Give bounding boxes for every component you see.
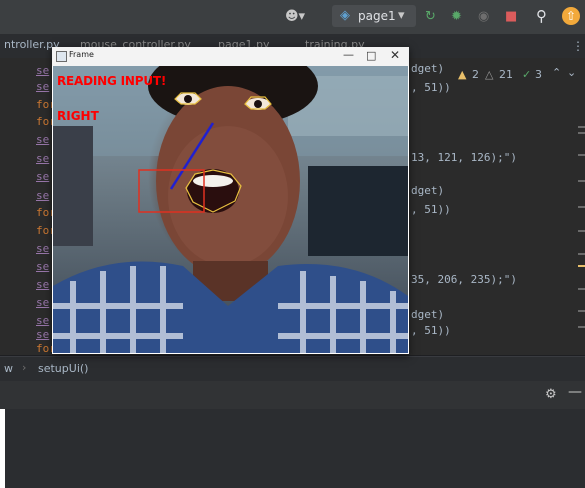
profile-icon[interactable]: ◉ xyxy=(478,9,489,25)
gutter-mark xyxy=(578,180,585,182)
tabs-menu-icon[interactable]: ⋮ xyxy=(572,39,584,53)
code-token: se xyxy=(36,242,50,255)
gutter-mark xyxy=(578,206,585,208)
code-token: se xyxy=(36,152,50,165)
weak-warning-icon[interactable]: △ xyxy=(485,68,493,81)
ide-toolbar: ☻▾ ◈ page1 ▾ ↻ ✹ ◉ ■ ⚲ ⇧ xyxy=(0,0,585,34)
minimize-icon[interactable]: — xyxy=(568,384,582,400)
frame-title: Frame xyxy=(69,50,94,59)
code-line: 13, 121, 126);") xyxy=(411,151,517,164)
maximize-icon[interactable]: □ xyxy=(366,49,376,62)
frame-titlebar[interactable]: Frame — □ ✕ xyxy=(52,47,409,66)
frame-window[interactable]: Frame — □ ✕ READING INPUT! RIGHT xyxy=(52,47,409,354)
code-token: se xyxy=(36,328,50,341)
gutter-mark xyxy=(578,288,585,290)
gutter-mark xyxy=(578,132,585,134)
chevron-down-icon[interactable]: ⌄ xyxy=(567,66,576,79)
close-icon[interactable]: ✕ xyxy=(390,48,400,62)
breadcrumb-item[interactable]: setupUi() xyxy=(38,362,88,375)
bottom-panel-header: ⚙ — xyxy=(0,381,585,409)
update-icon[interactable]: ⇧ xyxy=(562,7,580,25)
code-token: se xyxy=(36,133,50,146)
gutter-mark xyxy=(578,126,585,128)
run-config-label: page1 xyxy=(358,9,396,23)
chevron-up-icon[interactable]: ⌃ xyxy=(552,66,561,79)
breadcrumb-item[interactable]: w xyxy=(4,362,13,375)
run-config-dropdown[interactable]: ◈ page1 ▾ xyxy=(332,5,416,27)
code-line: 35, 206, 235);") xyxy=(411,273,517,286)
code-line: dget) xyxy=(411,184,445,197)
gear-icon[interactable]: ⚙ xyxy=(545,387,557,402)
gutter-mark xyxy=(578,230,585,232)
code-line: dget) xyxy=(411,62,445,75)
gutter-mark xyxy=(578,154,585,156)
minimize-icon[interactable]: — xyxy=(343,48,354,61)
code-line: dget) xyxy=(411,308,445,321)
warning-count: 2 xyxy=(472,68,479,81)
debug-icon[interactable]: ✹ xyxy=(451,9,462,25)
window-edge xyxy=(0,409,5,488)
user-icon[interactable]: ☻▾ xyxy=(285,9,305,25)
code-token: se xyxy=(36,296,50,309)
gutter-mark xyxy=(578,326,585,328)
rerun-icon[interactable]: ↻ xyxy=(425,9,436,25)
check-icon[interactable]: ✓ xyxy=(522,68,531,81)
code-token: se xyxy=(36,278,50,291)
webcam-feed: READING INPUT! RIGHT xyxy=(53,66,408,353)
stop-icon[interactable]: ■ xyxy=(505,9,517,25)
app-icon xyxy=(56,51,67,62)
webcam-scene xyxy=(53,66,408,353)
gutter-mark xyxy=(578,310,585,312)
search-icon[interactable]: ⚲ xyxy=(536,8,547,24)
code-token: se xyxy=(36,189,50,202)
breadcrumb: w › setupUi() xyxy=(0,356,585,381)
gutter-mark xyxy=(578,253,585,255)
python-icon: ◈ xyxy=(340,8,350,23)
code-token: se xyxy=(36,80,50,93)
direction-overlay-text: RIGHT xyxy=(57,109,99,123)
code-line: , 51)) xyxy=(411,324,451,337)
code-token: se xyxy=(36,260,50,273)
chevron-down-icon: ▾ xyxy=(398,8,405,23)
status-overlay-text: READING INPUT! xyxy=(57,74,167,88)
code-token: se xyxy=(36,64,50,77)
chevron-right-icon: › xyxy=(22,361,27,374)
warning-icon[interactable]: ▲ xyxy=(458,68,466,81)
code-line: , 51)) xyxy=(411,81,451,94)
code-token: se xyxy=(36,314,50,327)
weak-warning-count: 21 xyxy=(499,68,513,81)
ok-count: 3 xyxy=(535,68,542,81)
code-token: se xyxy=(36,170,50,183)
code-line: , 51)) xyxy=(411,203,451,216)
gutter-mark xyxy=(578,265,585,267)
